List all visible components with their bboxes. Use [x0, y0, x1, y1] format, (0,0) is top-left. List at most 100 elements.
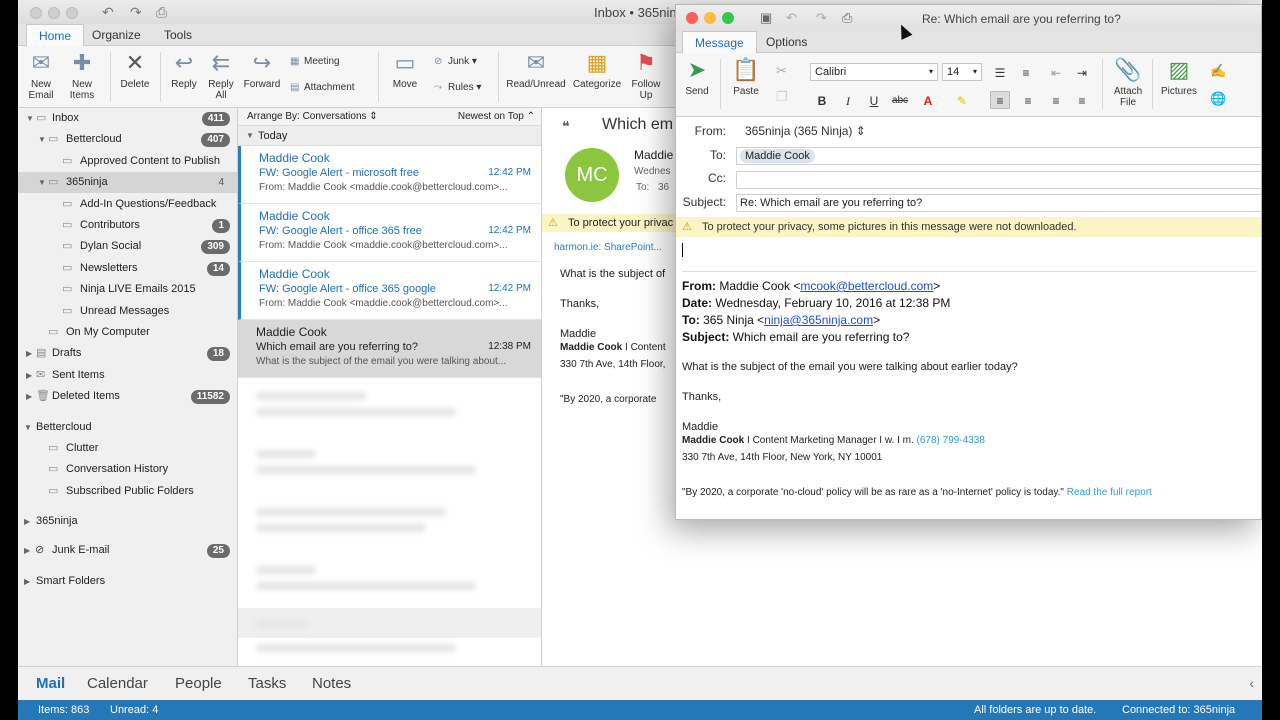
follow-up-button[interactable]: ⚑ Follow Up [628, 50, 664, 101]
sidebar-item-add-in-questions-feedback[interactable]: ▭ Add-In Questions/Feedback [18, 194, 237, 215]
disclosure-triangle-icon[interactable]: ▶ [26, 365, 32, 386]
nav-calendar[interactable]: Calendar [87, 675, 148, 692]
tab-tools[interactable]: Tools [152, 24, 204, 46]
redo-icon[interactable]: ↷ [816, 10, 827, 26]
attachment-button[interactable]: ▤ Attachment [290, 82, 355, 93]
smart-folders[interactable]: ▶ Smart Folders [18, 571, 237, 592]
numbering-icon[interactable]: ≡ [1016, 63, 1036, 81]
align-left-icon[interactable]: ≡ [990, 91, 1010, 109]
disclosure-triangle-icon[interactable]: ▶ [26, 386, 32, 407]
new-items-button[interactable]: ✚ New Items [64, 50, 100, 101]
disclosure-triangle-icon[interactable]: ▼ [38, 129, 46, 150]
account-bettercloud[interactable]: ▼ Bettercloud [18, 417, 237, 438]
sidebar-item-subscribed-public-folders[interactable]: ▭ Subscribed Public Folders [18, 481, 237, 502]
disclosure-triangle-icon[interactable]: ▶ [24, 540, 30, 561]
rules-button[interactable]: ⤳ Rules ▾ [434, 82, 481, 93]
close-compose-button[interactable] [686, 12, 698, 24]
disclosure-triangle-icon[interactable]: ▼ [24, 417, 32, 438]
to-field[interactable]: Maddie Cook [736, 147, 1261, 165]
sidebar-item-clutter[interactable]: ▭ Clutter [18, 438, 237, 459]
categorize-button[interactable]: ▦ Categorize [570, 50, 624, 90]
account-365ninja[interactable]: ▶ 365ninja [18, 511, 237, 532]
italic-icon[interactable]: I [838, 91, 858, 109]
junk-button[interactable]: ⊘ Junk ▾ [434, 56, 477, 67]
forward-button[interactable]: ↪ Forward [242, 50, 282, 90]
zoom-window-button[interactable] [66, 7, 78, 19]
harmonie-link[interactable]: harmon.ie: SharePoint... [554, 242, 662, 253]
signature-icon[interactable]: ✍ [1210, 63, 1226, 79]
arrange-by-dropdown[interactable]: Arrange By: Conversations ⇕ [247, 108, 378, 126]
subject-field[interactable]: Re: Which email are you referring to? [736, 194, 1261, 212]
copy-icon[interactable]: ❐ [776, 89, 788, 105]
sidebar-item-newsletters[interactable]: ▭ Newsletters 14 [18, 258, 237, 279]
sidebar-item-on-my-computer[interactable]: ▭ On My Computer [18, 322, 237, 343]
zoom-compose-button[interactable] [722, 12, 734, 24]
read-unread-button[interactable]: ✉ Read/Unread [506, 50, 566, 90]
attach-file-button[interactable]: 📎 Attach File [1110, 57, 1146, 108]
sidebar-item-inbox[interactable]: ▼ ▭ Inbox 411 [18, 108, 237, 129]
reply-all-button[interactable]: ⇇ Reply All [204, 50, 238, 101]
chevron-left-icon[interactable]: ‹ [1249, 675, 1254, 691]
sidebar-item-ninja-live-emails-2015[interactable]: ▭ Ninja LIVE Emails 2015 [18, 279, 237, 300]
highlight-icon[interactable]: ✎ [952, 91, 972, 109]
sidebar-item-deleted-items[interactable]: ▶ 🗑 Deleted Items 11582 [18, 386, 237, 407]
signature-phone-link[interactable]: (678) 799-4338 [917, 435, 985, 446]
send-button[interactable]: ➤ Send [682, 57, 712, 97]
pictures-button[interactable]: ▨ Pictures [1158, 57, 1200, 97]
read-full-report-link[interactable]: Read the full report [1067, 487, 1152, 498]
disclosure-triangle-icon[interactable]: ▶ [24, 571, 30, 592]
align-center-icon[interactable]: ≡ [1018, 91, 1038, 109]
disclosure-triangle-icon[interactable]: ▼ [38, 172, 46, 193]
message-row[interactable]: Maddie Cook Which email are you referrin… [238, 320, 541, 378]
sidebar-item-drafts[interactable]: ▶ ▤ Drafts 18 [18, 343, 237, 364]
nav-people[interactable]: People [175, 675, 222, 692]
disclosure-triangle-icon[interactable]: ▼ [26, 108, 34, 129]
minimize-window-button[interactable] [48, 7, 60, 19]
sidebar-item-contributors[interactable]: ▭ Contributors 1 [18, 215, 237, 236]
tab-options[interactable]: Options [754, 31, 819, 53]
meeting-button[interactable]: ▦ Meeting [290, 56, 340, 67]
nav-notes[interactable]: Notes [312, 675, 351, 692]
move-button[interactable]: ▭ Move [386, 50, 424, 90]
cc-field[interactable] [736, 171, 1261, 189]
nav-tasks[interactable]: Tasks [248, 675, 286, 692]
sidebar-item-conversation-history[interactable]: ▭ Conversation History [18, 459, 237, 480]
decrease-indent-icon[interactable]: ⇤ [1046, 63, 1066, 81]
reply-button[interactable]: ↩ Reply [166, 50, 202, 90]
cut-icon[interactable]: ✂ [776, 63, 787, 79]
sort-order-toggle[interactable]: Newest on Top ⌃ [458, 108, 535, 126]
strikethrough-icon[interactable]: abc [890, 91, 910, 109]
globe-icon[interactable]: 🌐 [1210, 91, 1226, 107]
disclosure-triangle-icon[interactable]: ▶ [26, 343, 32, 364]
tab-message[interactable]: Message [682, 31, 757, 53]
minimize-compose-button[interactable] [704, 12, 716, 24]
save-icon[interactable]: ▣ [760, 10, 772, 26]
nav-mail[interactable]: Mail [36, 675, 65, 692]
sidebar-item-approved-content-to-publish[interactable]: ▭ Approved Content to Publish [18, 151, 237, 172]
sidebar-item-unread-messages[interactable]: ▭ Unread Messages [18, 301, 237, 322]
redo-icon[interactable]: ↷ [130, 4, 142, 21]
bullets-icon[interactable]: ☰ [990, 63, 1010, 81]
sidebar-item-sent-items[interactable]: ▶ ✉ Sent Items [18, 365, 237, 386]
font-color-icon[interactable]: A [918, 91, 938, 109]
align-right-icon[interactable]: ≡ [1046, 91, 1066, 109]
print-icon[interactable]: ⎙ [156, 4, 167, 21]
undo-icon[interactable]: ↶ [102, 4, 114, 21]
sender-email-link[interactable]: mcook@bettercloud.com [800, 279, 933, 293]
undo-icon[interactable]: ↶ [786, 10, 797, 26]
tab-organize[interactable]: Organize [80, 24, 153, 46]
new-email-button[interactable]: ✉ New Email [24, 50, 58, 101]
underline-icon[interactable]: U [864, 91, 884, 109]
disclosure-triangle-icon[interactable]: ▶ [24, 511, 30, 532]
message-row[interactable]: Maddie Cook FW: Google Alert - office 36… [238, 204, 541, 262]
recipient-chip[interactable]: Maddie Cook [740, 149, 815, 163]
group-header-today[interactable]: ▼ Today [238, 126, 541, 146]
print-icon[interactable]: ⎙ [842, 10, 852, 26]
paste-button[interactable]: 📋 Paste [728, 57, 764, 97]
sidebar-item-365ninja[interactable]: ▼ ▭ 365ninja 4 [18, 172, 237, 194]
delete-button[interactable]: ✕ Delete [118, 50, 152, 90]
close-window-button[interactable] [30, 7, 42, 19]
from-account-select[interactable]: 365ninja (365 Ninja) ⇕ [745, 124, 866, 138]
bold-icon[interactable]: B [812, 91, 832, 109]
message-row[interactable]: Maddie Cook FW: Google Alert - microsoft… [238, 146, 541, 204]
